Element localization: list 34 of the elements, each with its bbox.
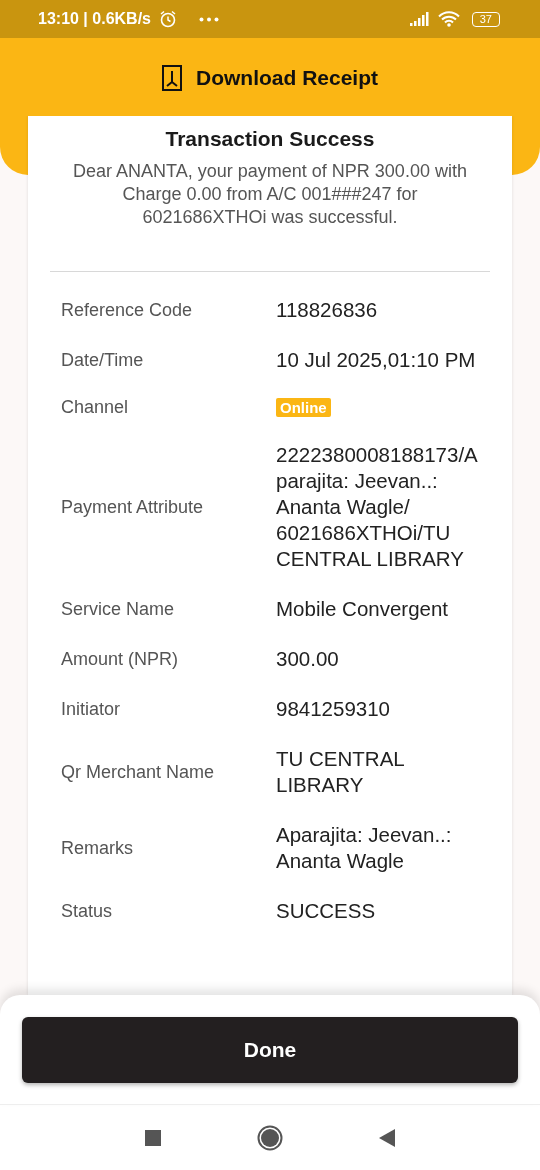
- alarm-icon: [159, 10, 177, 28]
- home-icon[interactable]: [257, 1124, 283, 1151]
- signal-icon: [409, 12, 430, 26]
- detail-label: Date/Time: [61, 349, 145, 371]
- detail-value: 118826836: [276, 297, 379, 323]
- detail-label: Reference Code: [61, 299, 194, 321]
- detail-value: Mobile Convergent: [276, 596, 450, 622]
- download-receipt-link[interactable]: Download Receipt: [196, 66, 378, 90]
- battery-indicator: 37: [471, 11, 500, 27]
- recent-apps-icon[interactable]: [145, 1129, 161, 1146]
- detail-value: 2222380008188173/Aparajita: Jeevan..: Ananta Wagle/ 6021686XTHOi/TU CENTRAL LIBRARY: [276, 442, 479, 572]
- detail-value: 10 Jul 2025,01:10 PM: [276, 347, 477, 373]
- detail-value: Aparajita: Jeevan..: Ananta Wagle: [276, 822, 453, 874]
- detail-label: Channel: [61, 397, 130, 418]
- detail-value: SUCCESS: [276, 898, 377, 924]
- detail-value: 300.00: [276, 646, 340, 672]
- detail-value: TU CENTRAL LIBRARY: [276, 746, 405, 798]
- channel-badge: Online: [276, 398, 331, 417]
- transaction-title: Transaction Success: [164, 126, 376, 152]
- detail-value: 9841259310: [276, 696, 391, 722]
- detail-label: Service Name: [61, 598, 176, 620]
- detail-label: Payment Attribute: [61, 496, 205, 518]
- status-time: 13:10 | 0.6KB/s: [38, 10, 151, 28]
- detail-label: Initiator: [61, 698, 122, 720]
- more-icon: [199, 16, 219, 22]
- done-button[interactable]: Done: [22, 1017, 518, 1083]
- detail-label: Amount (NPR): [61, 648, 180, 670]
- pdf-icon: [162, 65, 182, 91]
- detail-label: Qr Merchant Name: [61, 761, 216, 783]
- detail-label: Remarks: [61, 837, 134, 859]
- wifi-icon: [437, 11, 460, 27]
- detail-label: Status: [61, 900, 114, 922]
- transaction-message: Dear ANANTA, your payment of NPR 300.00 with Charge 0.00 from A/C 001###247 for 6021686XTHOi was successful.: [72, 160, 468, 229]
- back-icon[interactable]: [379, 1128, 395, 1147]
